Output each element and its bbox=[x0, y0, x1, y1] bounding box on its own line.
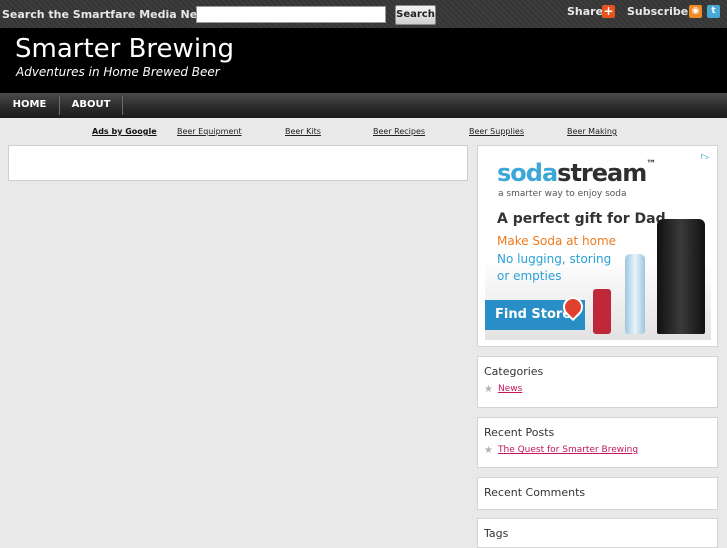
ad-tagline: a smarter way to enjoy soda bbox=[498, 189, 627, 199]
ad-line-3: or empties bbox=[497, 269, 562, 283]
network-bar: Search the Smartfare Media Network: Sear… bbox=[0, 0, 727, 28]
main-nav: HOME ABOUT bbox=[0, 93, 727, 118]
network-search-button[interactable]: Search bbox=[395, 5, 436, 25]
twitter-icon[interactable]: t bbox=[707, 5, 720, 18]
syrup-bottle-icon bbox=[593, 289, 611, 334]
nav-divider bbox=[122, 96, 123, 115]
ad-line-2: No lugging, storing bbox=[497, 252, 612, 266]
ad-link-beer-kits[interactable]: Beer Kits bbox=[285, 127, 321, 136]
ad-link-beer-recipes[interactable]: Beer Recipes bbox=[373, 127, 425, 136]
ad-link-beer-supplies[interactable]: Beer Supplies bbox=[469, 127, 524, 136]
logo-part-stream: stream bbox=[557, 159, 647, 187]
star-icon: ★ bbox=[484, 384, 493, 395]
widget-title: Categories bbox=[484, 365, 544, 378]
trademark-mark: ™ bbox=[646, 159, 656, 170]
site-tagline: Adventures in Home Brewed Beer bbox=[16, 65, 220, 79]
widget-title: Recent Comments bbox=[484, 486, 586, 499]
recent-comments-widget: Recent Comments bbox=[477, 477, 718, 510]
category-link-news[interactable]: News bbox=[498, 384, 522, 394]
tags-widget: Tags bbox=[477, 518, 718, 548]
plus-icon[interactable]: + bbox=[602, 5, 615, 18]
nav-item-about[interactable]: ABOUT bbox=[60, 93, 122, 118]
star-icon: ★ bbox=[484, 445, 493, 456]
water-bottle-icon bbox=[625, 254, 645, 334]
soda-machine-icon bbox=[657, 219, 705, 334]
subscribe-label: Subscribe: bbox=[627, 5, 693, 18]
rss-icon[interactable]: ◉ bbox=[689, 5, 702, 18]
nav-item-home[interactable]: HOME bbox=[0, 93, 59, 118]
network-search-input[interactable] bbox=[196, 6, 386, 23]
sodastream-ad[interactable]: sodastream™ a smarter way to enjoy soda … bbox=[485, 159, 711, 340]
categories-widget: Categories ★ News bbox=[477, 356, 718, 408]
ad-link-beer-equipment[interactable]: Beer Equipment bbox=[177, 127, 242, 136]
recent-post-link[interactable]: The Quest for Smarter Brewing bbox=[498, 445, 638, 455]
main-content-box bbox=[8, 145, 468, 181]
logo-part-soda: soda bbox=[497, 159, 558, 187]
widget-title: Tags bbox=[484, 527, 509, 540]
sidebar-ad-banner[interactable]: ▷ sodastream™ a smarter way to enjoy sod… bbox=[477, 145, 718, 347]
sodastream-logo: sodastream™ bbox=[497, 159, 656, 187]
ad-link-bar: Ads by Google Beer Equipment Beer Kits B… bbox=[0, 127, 727, 139]
widget-title: Recent Posts bbox=[484, 426, 555, 439]
site-title[interactable]: Smarter Brewing bbox=[15, 34, 234, 64]
recent-posts-widget: Recent Posts ★ The Quest for Smarter Bre… bbox=[477, 417, 718, 468]
site-header: Smarter Brewing Adventures in Home Brewe… bbox=[0, 28, 727, 93]
ad-link-beer-making[interactable]: Beer Making bbox=[567, 127, 617, 136]
ad-line-1: Make Soda at home bbox=[497, 234, 617, 248]
ads-by-google-link[interactable]: Ads by Google bbox=[92, 127, 157, 136]
ad-headline: A perfect gift for Dad bbox=[497, 211, 666, 227]
